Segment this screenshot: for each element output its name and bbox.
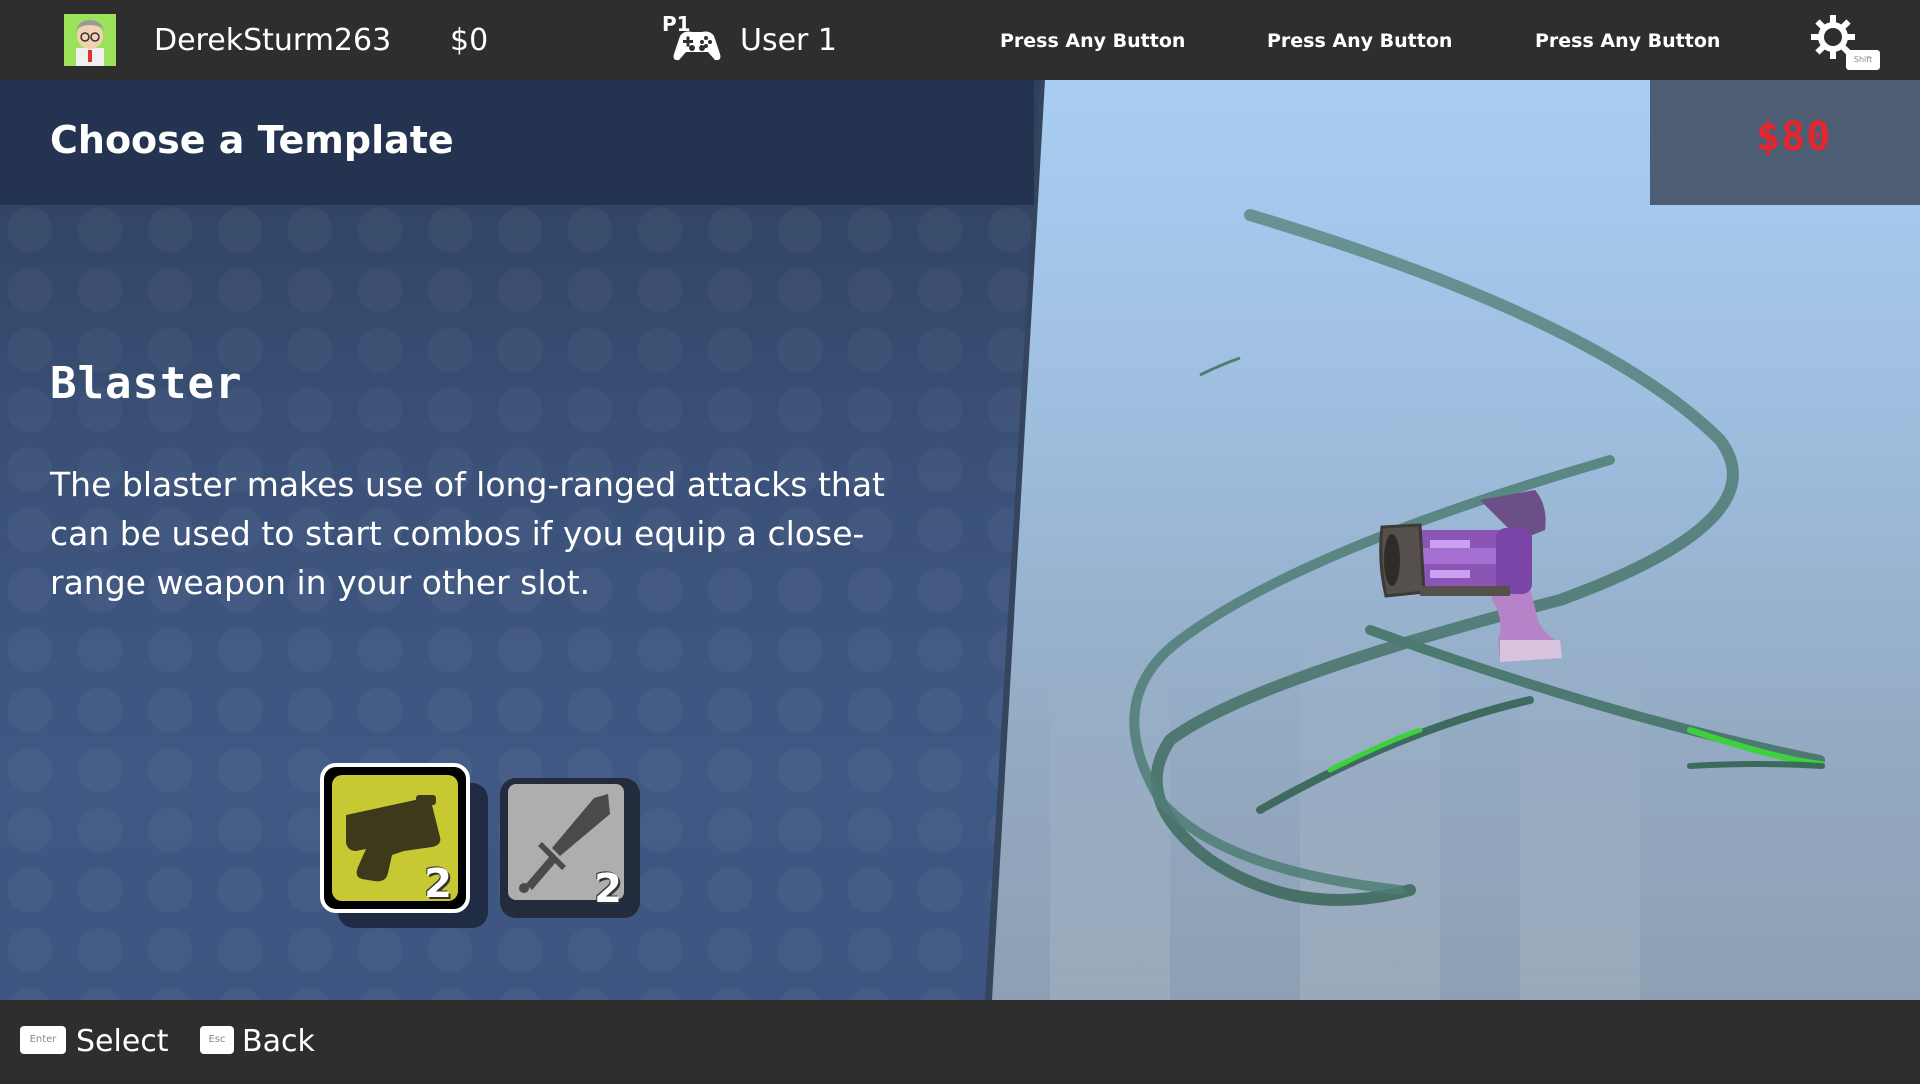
money-display: $0 (450, 23, 489, 58)
slot-fill: 2 (508, 784, 624, 912)
bottom-bar: Enter Select Esc Back (0, 1000, 1920, 1080)
top-bar: DerekSturm263 $0 P1 User 1 Press Any But… (0, 0, 1920, 80)
slot-count: 2 (594, 866, 622, 912)
weapon-description: The blaster makes use of long-ranged att… (50, 465, 885, 602)
user-label: User 1 (740, 23, 838, 58)
slot-fill: 2 (332, 775, 458, 907)
enter-key-hint: Enter (20, 1026, 66, 1054)
shift-key-hint: Shift (1846, 50, 1880, 70)
template-price: $80 (1756, 114, 1832, 160)
weapon-name: Blaster (50, 358, 243, 409)
template-slot-sword[interactable]: 2 (500, 778, 640, 918)
back-button[interactable]: Back (242, 1000, 315, 1080)
avatar[interactable] (64, 14, 116, 66)
price-panel: $80 (1650, 80, 1920, 205)
player-badge: P1 (662, 12, 728, 68)
page-title: Choose a Template (50, 118, 454, 162)
player-slot-3-prompt: Press Any Button (1267, 30, 1453, 52)
username: DerekSturm263 (154, 23, 392, 58)
slot-count: 2 (424, 861, 452, 907)
player-slot-4-prompt: Press Any Button (1535, 30, 1721, 52)
player-slot-2-prompt: Press Any Button (1000, 30, 1186, 52)
settings-button[interactable]: Shift (1810, 14, 1880, 70)
gamepad-icon (673, 31, 721, 61)
template-slot-blaster[interactable]: 2 (320, 763, 470, 913)
esc-key-hint: Esc (200, 1026, 234, 1054)
select-button[interactable]: Select (76, 1000, 169, 1080)
